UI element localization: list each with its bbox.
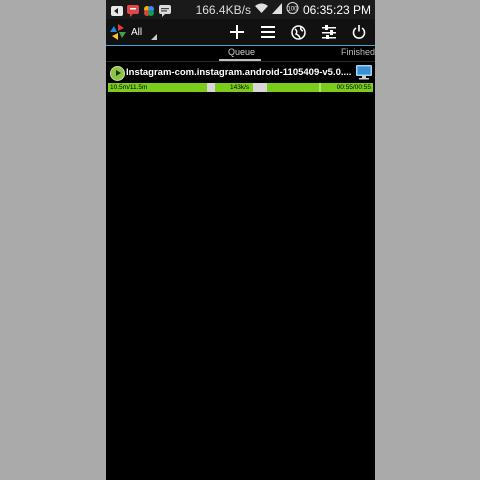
clock: 06:35:23 PM — [302, 2, 371, 17]
flower-icon — [143, 4, 155, 16]
exit-button[interactable] — [350, 23, 368, 41]
progress-marker — [319, 83, 321, 92]
network-speed: 166.4KB/s — [195, 2, 251, 17]
add-button[interactable] — [228, 23, 246, 41]
filter-dropdown[interactable]: All — [131, 26, 157, 40]
status-right: 166.4KB/s 100 06:35:23 PM — [196, 2, 375, 17]
monitor-icon[interactable] — [356, 65, 372, 80]
tab-queue[interactable]: Queue — [228, 47, 255, 57]
menu-list-icon — [261, 26, 275, 38]
dropdown-corner-icon — [151, 33, 157, 40]
tab-finished[interactable]: Finished — [341, 47, 375, 57]
status-bar: 166.4KB/s 100 06:35:23 PM — [106, 0, 375, 19]
globe-icon — [290, 24, 306, 40]
notification-icons — [106, 4, 171, 17]
tab-bar: Queue Finished — [106, 46, 375, 62]
toolbar: All — [106, 19, 375, 47]
download-progress-bar: 10.5m/11.5m 143k/s 00:55/00:55 — [108, 83, 373, 92]
tab-divider — [106, 61, 375, 62]
download-speed: 143k/s — [230, 84, 250, 91]
app-logo-icon[interactable] — [109, 23, 127, 41]
download-time: 00:55/00:55 — [336, 84, 371, 91]
download-row[interactable]: Instagram-com.instagram.android-1105409-… — [106, 63, 375, 83]
add-icon — [230, 25, 244, 39]
phone-screen: 166.4KB/s 100 06:35:23 PM All Queue Fini… — [106, 0, 375, 480]
back-arrow-icon — [111, 4, 123, 16]
browser-button[interactable] — [289, 23, 307, 41]
wifi-icon — [254, 3, 268, 17]
chat-icon — [127, 4, 139, 17]
battery-icon: 100 — [286, 2, 299, 17]
progress-gap — [253, 83, 267, 92]
play-icon[interactable] — [110, 66, 125, 81]
message-icon — [159, 4, 171, 17]
progress-gap — [207, 83, 215, 92]
download-filename: Instagram-com.instagram.android-1105409-… — [126, 67, 352, 78]
svg-text:100: 100 — [287, 6, 298, 12]
download-size: 10.5m/11.5m — [110, 84, 148, 91]
signal-icon — [271, 2, 282, 17]
filter-label: All — [131, 26, 143, 38]
settings-button[interactable] — [320, 23, 338, 41]
power-icon — [352, 25, 366, 39]
menu-list-button[interactable] — [259, 23, 277, 41]
settings-sliders-icon — [322, 25, 336, 39]
